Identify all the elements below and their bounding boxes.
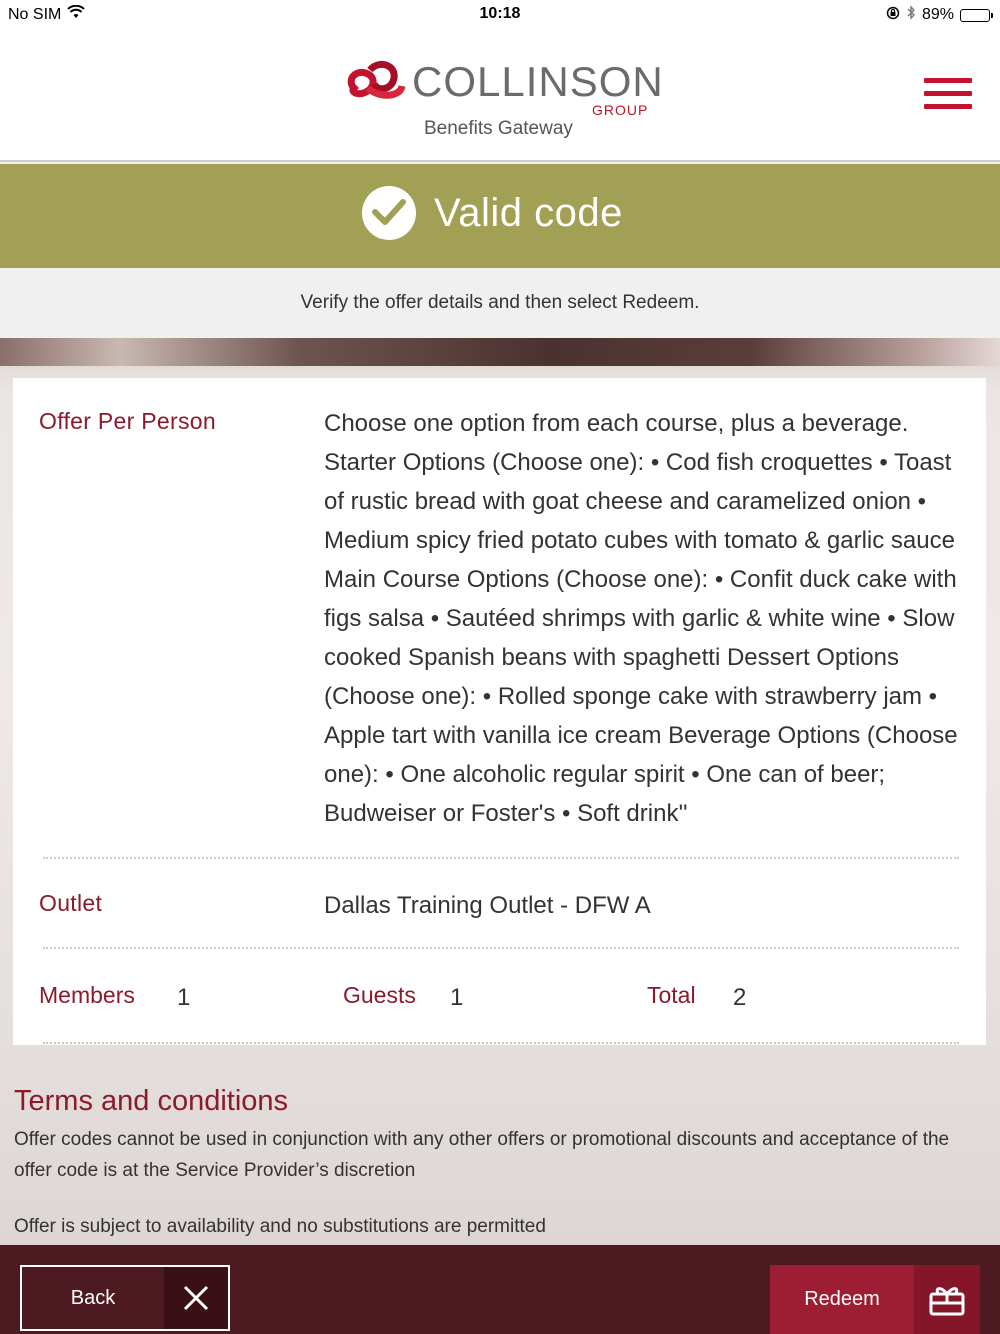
- brand-name: COLLINSON: [412, 58, 664, 105]
- guests-value: 1: [450, 984, 464, 1011]
- outlet-label: Outlet: [39, 890, 103, 916]
- status-bar: No SIM 10:18 89%: [0, 0, 1000, 30]
- knot-logo-icon: [347, 60, 406, 99]
- bottom-action-bar: Back Redeem: [0, 1245, 1000, 1334]
- back-button[interactable]: Back: [20, 1265, 230, 1331]
- rotation-lock-icon: [886, 6, 900, 25]
- guests-label: Guests: [343, 982, 416, 1008]
- divider: [43, 857, 959, 859]
- clock-text: 10:18: [479, 5, 521, 22]
- gift-icon: [914, 1265, 980, 1334]
- menu-icon[interactable]: [924, 78, 972, 114]
- redeem-button-label: Redeem: [804, 1288, 880, 1310]
- valid-code-banner: Valid code: [0, 164, 1000, 268]
- battery-icon: [960, 8, 993, 22]
- members-label: Members: [39, 982, 135, 1008]
- offer-label: Offer Per Person: [39, 408, 216, 434]
- offer-description: Choose one option from each course, plus…: [324, 410, 958, 827]
- back-button-label: Back: [70, 1286, 116, 1309]
- banner-title: Valid code: [434, 190, 623, 235]
- battery-percent: 89%: [921, 6, 954, 23]
- instruction-text: Verify the offer details and then select…: [0, 268, 1000, 338]
- close-icon: [164, 1267, 228, 1329]
- bluetooth-icon: [906, 5, 916, 25]
- total-label: Total: [647, 982, 696, 1008]
- offer-details-card: Offer Per Person Choose one option from …: [13, 378, 986, 1045]
- terms-paragraph: Offer codes cannot be used in conjunctio…: [14, 1129, 950, 1181]
- outlet-value: Dallas Training Outlet - DFW A: [324, 892, 651, 919]
- terms-paragraph: Offer is subject to availability and no …: [14, 1216, 546, 1237]
- redeem-button[interactable]: Redeem: [770, 1265, 980, 1334]
- divider: [43, 947, 959, 949]
- terms-section: Terms and conditions Offer codes cannot …: [14, 1085, 974, 1242]
- checkmark-icon: [362, 186, 416, 240]
- app-header: COLLINSON GROUP Benefits Gateway: [0, 30, 1000, 162]
- divider: [43, 1042, 959, 1044]
- terms-title: Terms and conditions: [14, 1085, 289, 1117]
- background-photo-strip: [0, 338, 1000, 366]
- members-value: 1: [177, 984, 191, 1011]
- brand-subtitle: Benefits Gateway: [424, 118, 573, 139]
- collinson-logo[interactable]: COLLINSON GROUP Benefits Gateway: [344, 56, 664, 146]
- brand-group: GROUP: [592, 102, 649, 118]
- total-value: 2: [733, 984, 747, 1011]
